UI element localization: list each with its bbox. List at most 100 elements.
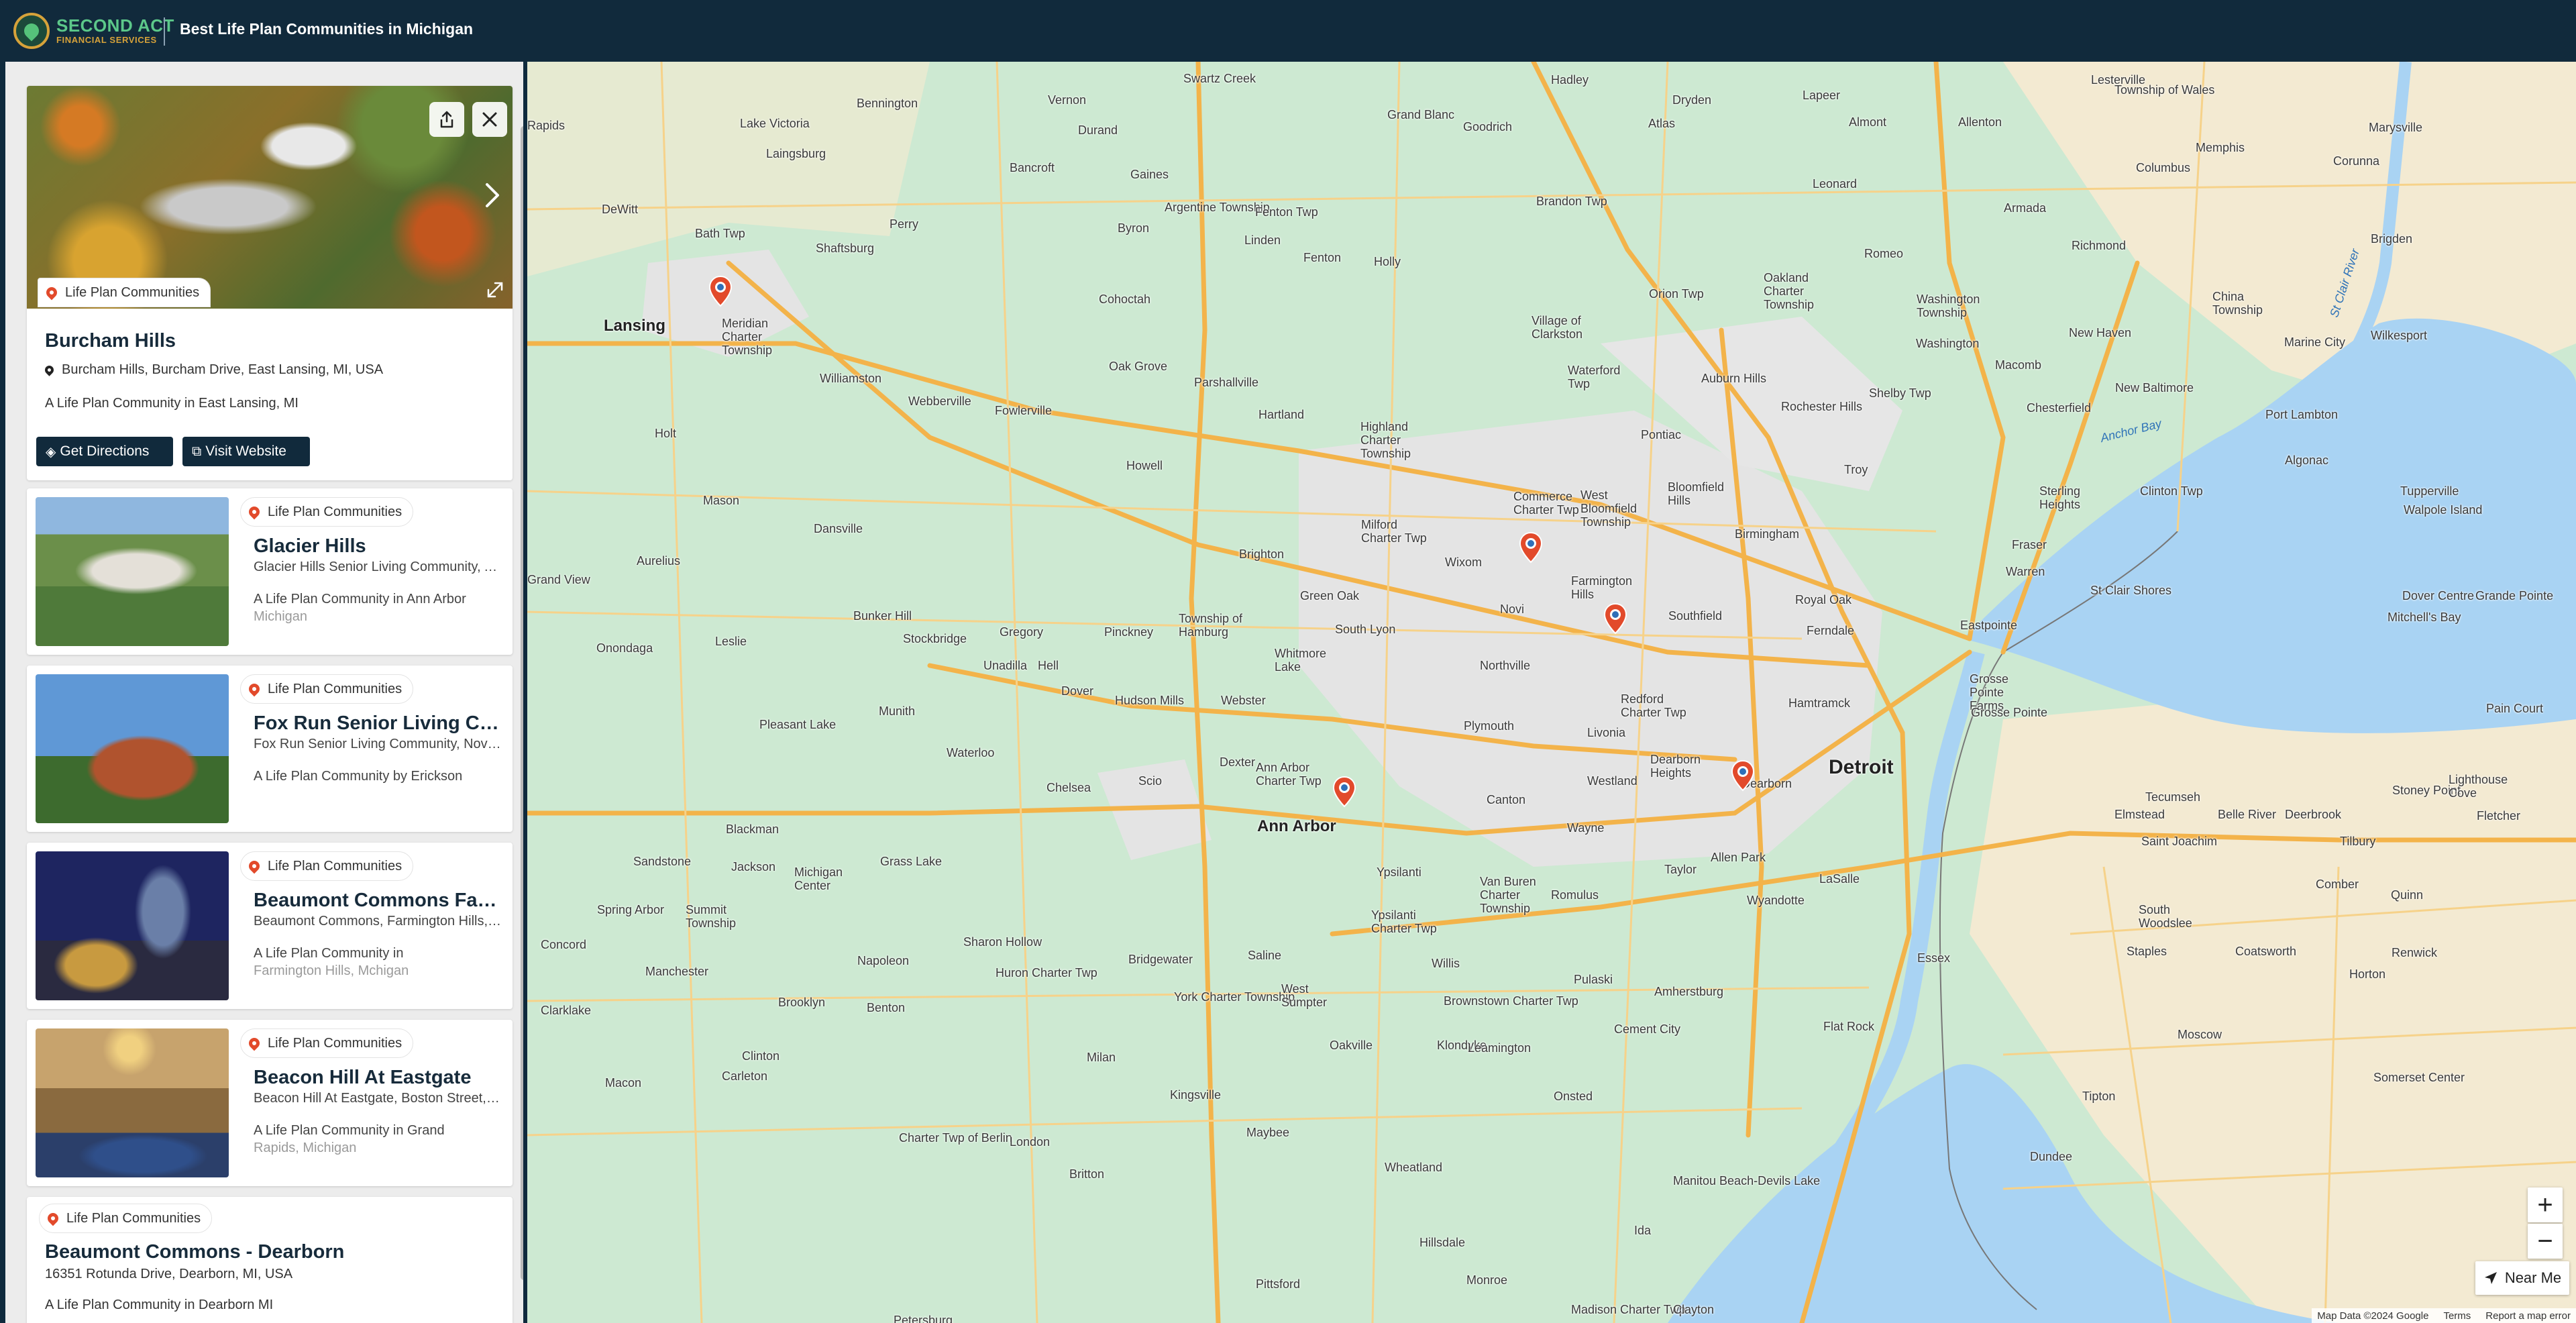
map-label: Brooklyn (778, 996, 826, 1009)
listing-address: Beacon Hill At Eastgate, Boston Street, … (254, 1091, 502, 1106)
map-label: Bath Twp (695, 227, 745, 240)
map-label: Algonac (2285, 454, 2329, 467)
map-label: Rochester Hills (1781, 400, 1863, 413)
logo[interactable]: SECOND ACT FINANCIAL SERVICES (13, 12, 174, 50)
map-label: Tupperville (2400, 484, 2459, 498)
zoom-in-button[interactable]: + (2528, 1187, 2563, 1222)
expand-photo-button[interactable] (486, 280, 504, 305)
report-error-link[interactable]: Report a map error (2485, 1310, 2571, 1322)
terms-link[interactable]: Terms (2443, 1310, 2471, 1322)
map-label: Staples (2127, 945, 2167, 958)
map-label: Webster (1221, 694, 1266, 707)
share-icon (440, 111, 453, 128)
map-label: Stockbridge (903, 632, 967, 645)
map-label: Whitmore Lake (1275, 647, 1327, 674)
listing-description-line2: Michigan (254, 609, 308, 624)
listing-description: A Life Plan Community in Farmington Hill… (254, 945, 502, 980)
map-label: Atlas (1648, 117, 1676, 130)
map-marker[interactable] (1519, 531, 1543, 564)
featured-listing-card[interactable]: Life Plan Communities Burcham Hills Burc… (27, 86, 513, 480)
map-marker[interactable] (1603, 602, 1627, 635)
map-canvas[interactable]: Swartz Creek Grand Blanc Hadley Lapeer L… (527, 62, 2576, 1323)
zoom-out-button[interactable]: − (2528, 1224, 2563, 1259)
close-button[interactable] (472, 102, 507, 137)
map-label: New Baltimore (2115, 381, 2194, 394)
listing-card[interactable]: Life Plan Communities Fox Run Senior Liv… (27, 666, 513, 832)
listing-title[interactable]: Beacon Hill At Eastgate (254, 1067, 502, 1089)
map-label: Shaftsburg (816, 242, 875, 255)
get-directions-button[interactable]: ◈ Get Directions (36, 437, 173, 466)
listing-title[interactable]: Beaumont Commons - Dearborn (45, 1241, 344, 1263)
map-label: Marine City (2284, 335, 2346, 349)
map-label: Aurelius (637, 554, 681, 568)
map-label: Howell (1126, 459, 1163, 472)
map-label: Byron (1118, 221, 1150, 235)
map-label: Goodrich (1463, 120, 1513, 134)
map-label: Clinton (742, 1049, 780, 1063)
map-label: York Charter Township (1174, 990, 1295, 1004)
map-label: Lighthouse Cove (2449, 773, 2508, 800)
visit-website-label: Visit Website (205, 443, 286, 459)
map-label: Petersburg (894, 1314, 953, 1323)
map-marker[interactable] (1332, 776, 1356, 808)
listing-card[interactable]: Life Plan Communities Beacon Hill At Eas… (27, 1020, 513, 1186)
listing-card[interactable]: Life Plan Communities Beaumont Commons F… (27, 843, 513, 1009)
map-label: Port Lambton (2265, 408, 2339, 421)
map-label: Richmond (2072, 239, 2127, 252)
listing-title: Burcham Hills (45, 330, 176, 352)
map-label: Oakville (1330, 1039, 1373, 1052)
map-label: Macon (605, 1076, 642, 1090)
map-label: Manitou Beach-Devils Lake (1673, 1174, 1821, 1187)
map-label: Redford Charter Twp (1621, 692, 1686, 719)
map-marker[interactable] (1731, 759, 1755, 792)
map-label: Ypsilanti Charter Twp (1371, 908, 1437, 935)
get-directions-label: Get Directions (60, 443, 150, 459)
map-marker[interactable] (708, 275, 733, 307)
navigation-arrow-icon (2484, 1272, 2497, 1284)
map-label: Cohoctah (1099, 293, 1151, 306)
listing-photo[interactable] (36, 497, 229, 646)
listing-title[interactable]: Beaumont Commons Farmington Hills (254, 890, 502, 912)
map-label: Hudson Mills (1115, 694, 1185, 707)
map-label: Onondaga (596, 641, 653, 655)
category-badge: Life Plan Communities (240, 851, 414, 881)
map-label: Wayne (1567, 821, 1605, 835)
near-me-button[interactable]: Near Me (2475, 1261, 2569, 1295)
listing-title[interactable]: Fox Run Senior Living Community (254, 712, 502, 735)
listing-description-line2: Farmington Hills, Mchigan (254, 963, 409, 978)
logo-name: SECOND ACT (56, 15, 174, 36)
map-label: Belle River (2218, 808, 2277, 821)
map-label: Concord (541, 938, 587, 951)
map-pin-icon (246, 1035, 262, 1051)
map-label: Ypsilanti (1377, 865, 1421, 879)
listing-description: A Life Plan Community by Erickson (254, 768, 502, 785)
sidebar-scrollbar[interactable] (521, 126, 523, 1280)
map-label: Saline (1248, 949, 1282, 962)
map-label: Bloomfield Hills (1668, 480, 1725, 507)
map-label: Amherstburg (1654, 985, 1724, 998)
listing-address: 16351 Rotunda Drive, Dearborn, MI, USA (45, 1267, 293, 1281)
map-label: Swartz Creek (1183, 72, 1256, 85)
map-label: Warren (2006, 565, 2045, 578)
listing-address: Burcham Hills, Burcham Drive, East Lansi… (43, 362, 383, 378)
map-label: Clinton Twp (2140, 484, 2203, 498)
visit-website-button[interactable]: ⧉ Visit Website (182, 437, 310, 466)
listing-title[interactable]: Glacier Hills (254, 535, 502, 558)
map-label: Washington (1916, 337, 1980, 350)
map-label: Allen Park (1711, 851, 1766, 864)
category-badge: Life Plan Communities (240, 497, 414, 527)
listing-photo[interactable] (36, 674, 229, 823)
map-label: Unadilla (983, 659, 1028, 672)
listing-address: Fox Run Senior Living Community, Novi, M… (254, 737, 502, 751)
map-label: Pinckney (1104, 625, 1154, 639)
listing-card[interactable]: Life Plan Communities Beaumont Commons -… (27, 1197, 513, 1323)
map-label: Birmingham (1735, 527, 1800, 541)
listing-card[interactable]: Life Plan Communities Glacier Hills Glac… (27, 488, 513, 655)
next-photo-button[interactable] (484, 180, 500, 217)
share-button[interactable] (429, 102, 464, 137)
listing-photo[interactable] (36, 851, 229, 1000)
listing-photo[interactable] (36, 1028, 229, 1177)
map-label: Armada (2004, 201, 2047, 215)
map-label: Orion Twp (1649, 287, 1704, 301)
map-label: Brigden (2371, 232, 2413, 246)
